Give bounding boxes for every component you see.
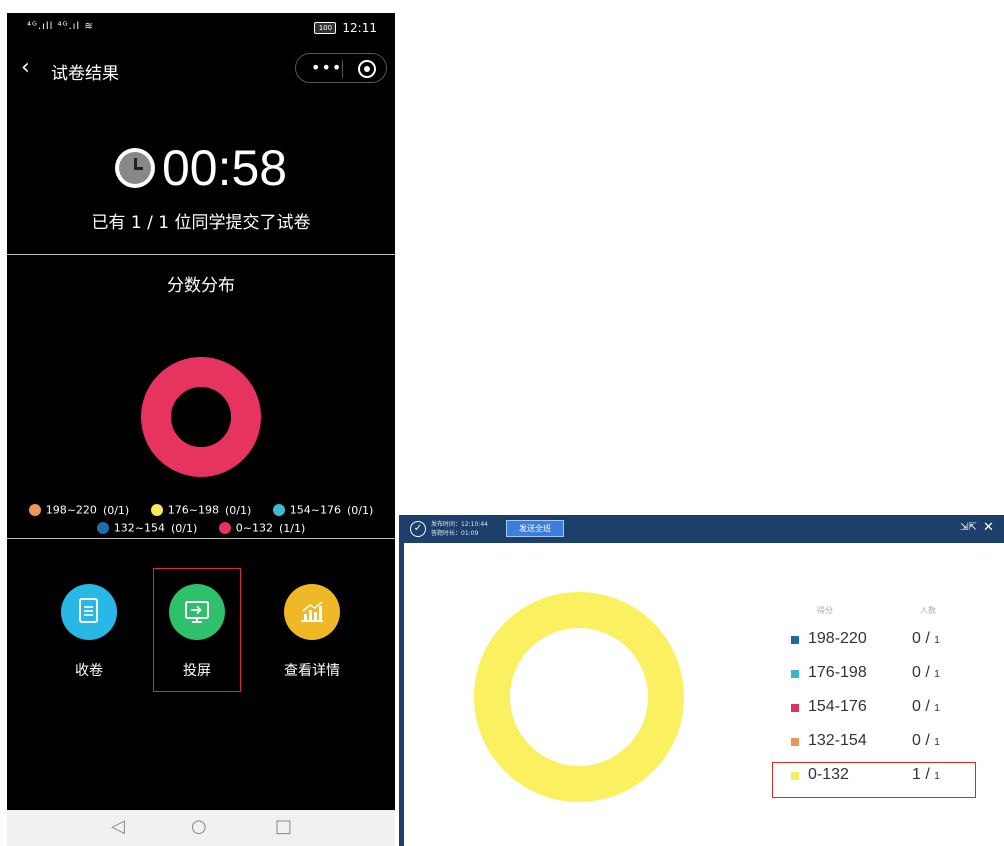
- signal-indicators: ⁴ᴳ.ıll ⁴ᴳ.ıl ≋: [27, 21, 94, 32]
- close-icon[interactable]: ✕: [983, 520, 994, 535]
- collect-papers-button[interactable]: 收卷: [44, 584, 134, 680]
- back-chevron-icon[interactable]: ‹: [21, 55, 30, 81]
- document-icon: [61, 584, 117, 640]
- publish-time: 发布时间：12:10:44: [431, 521, 488, 528]
- window-left-border: [399, 543, 404, 846]
- bar-chart-icon: [284, 584, 340, 640]
- divider: [7, 538, 395, 539]
- mini-program-capsule: •••: [295, 53, 387, 83]
- score-header: 得分: [817, 606, 833, 615]
- legend-dot: [96, 522, 109, 534]
- submission-status: 已有 1 / 1 位同学提交了试卷: [91, 213, 311, 233]
- close-target-icon[interactable]: [358, 60, 376, 78]
- divider: [7, 254, 395, 255]
- donut-segment-0-132: [141, 357, 261, 477]
- legend-item-132-154: 132~154 (0/1): [96, 521, 197, 535]
- action-label: 收卷: [75, 663, 103, 679]
- check-circle-icon: ✓: [410, 521, 426, 537]
- score-donut-chart-large: [474, 592, 684, 802]
- timer: 00:58: [7, 139, 395, 197]
- legend-item-154-176: 154~176 (0/1): [272, 503, 373, 517]
- highlight-annotation: [153, 568, 241, 692]
- legend-item-198-220: 198~220 (0/1): [28, 503, 129, 517]
- page-title: 试卷结果: [51, 64, 119, 84]
- more-icon[interactable]: •••: [311, 58, 342, 77]
- android-home-icon[interactable]: ○: [191, 816, 207, 837]
- action-label: 查看详情: [284, 663, 340, 679]
- legend-square: [791, 670, 799, 678]
- answer-duration: 答题时长：01:09: [431, 530, 479, 537]
- legend-item-176-198: 176~198 (0/1): [150, 503, 251, 517]
- send-to-class-button[interactable]: 发送全班: [506, 520, 564, 537]
- nav-bar: ‹ 试卷结果 •••: [7, 51, 395, 85]
- score-row-132-154: 132-154 0 / 1: [791, 730, 971, 754]
- desktop-window: ✓ 发布时间：12:10:44 答题时长：01:09 发送全班 ⇲⇱ ✕ 得分 …: [399, 515, 1004, 846]
- window-header: ✓ 发布时间：12:10:44 答题时长：01:09 发送全班 ⇲⇱ ✕: [399, 515, 1004, 543]
- phone-screen: ⁴ᴳ.ıll ⁴ᴳ.ıl ≋ 100 12:11 ‹ 试卷结果 ••• 00:5…: [7, 13, 395, 846]
- highlight-annotation: [772, 762, 976, 798]
- legend-dot: [272, 504, 285, 516]
- battery-icon: 100: [314, 22, 337, 34]
- android-nav-bar: ◁ ○ □: [7, 810, 395, 846]
- status-bar: ⁴ᴳ.ıll ⁴ᴳ.ıl ≋ 100 12:11: [7, 13, 395, 43]
- donut-segment-0-132: [474, 592, 684, 802]
- android-back-icon[interactable]: ◁: [111, 816, 125, 837]
- score-row-198-220: 198-220 0 / 1: [791, 628, 971, 652]
- score-row-176-198: 176-198 0 / 1: [791, 662, 971, 686]
- legend-square: [791, 704, 799, 712]
- legend-row-1: 198~220 (0/1) 176~198 (0/1) 154~176 (0/1): [7, 503, 395, 517]
- score-donut-chart: [141, 357, 261, 477]
- distribution-title: 分数分布: [167, 276, 235, 296]
- view-details-button[interactable]: 查看详情: [267, 584, 357, 680]
- header-info: 发布时间：12:10:44 答题时长：01:09: [431, 520, 488, 538]
- legend-dot: [150, 504, 163, 516]
- legend-dot: [218, 522, 231, 534]
- legend-square: [791, 636, 799, 644]
- status-time: 12:11: [342, 21, 377, 35]
- clock-icon: [114, 148, 155, 188]
- people-header: 人数: [920, 606, 936, 615]
- android-recent-icon[interactable]: □: [275, 816, 292, 837]
- legend-square: [791, 738, 799, 746]
- score-row-154-176: 154-176 0 / 1: [791, 696, 971, 720]
- timer-value: 00:58: [161, 140, 288, 196]
- legend-item-0-132: 0~132 (1/1): [218, 521, 305, 535]
- legend-dot: [28, 504, 41, 516]
- capsule-divider: [342, 60, 343, 78]
- legend-row-2: 132~154 (0/1) 0~132 (1/1): [7, 521, 395, 535]
- shrink-icon[interactable]: ⇲⇱: [960, 522, 977, 533]
